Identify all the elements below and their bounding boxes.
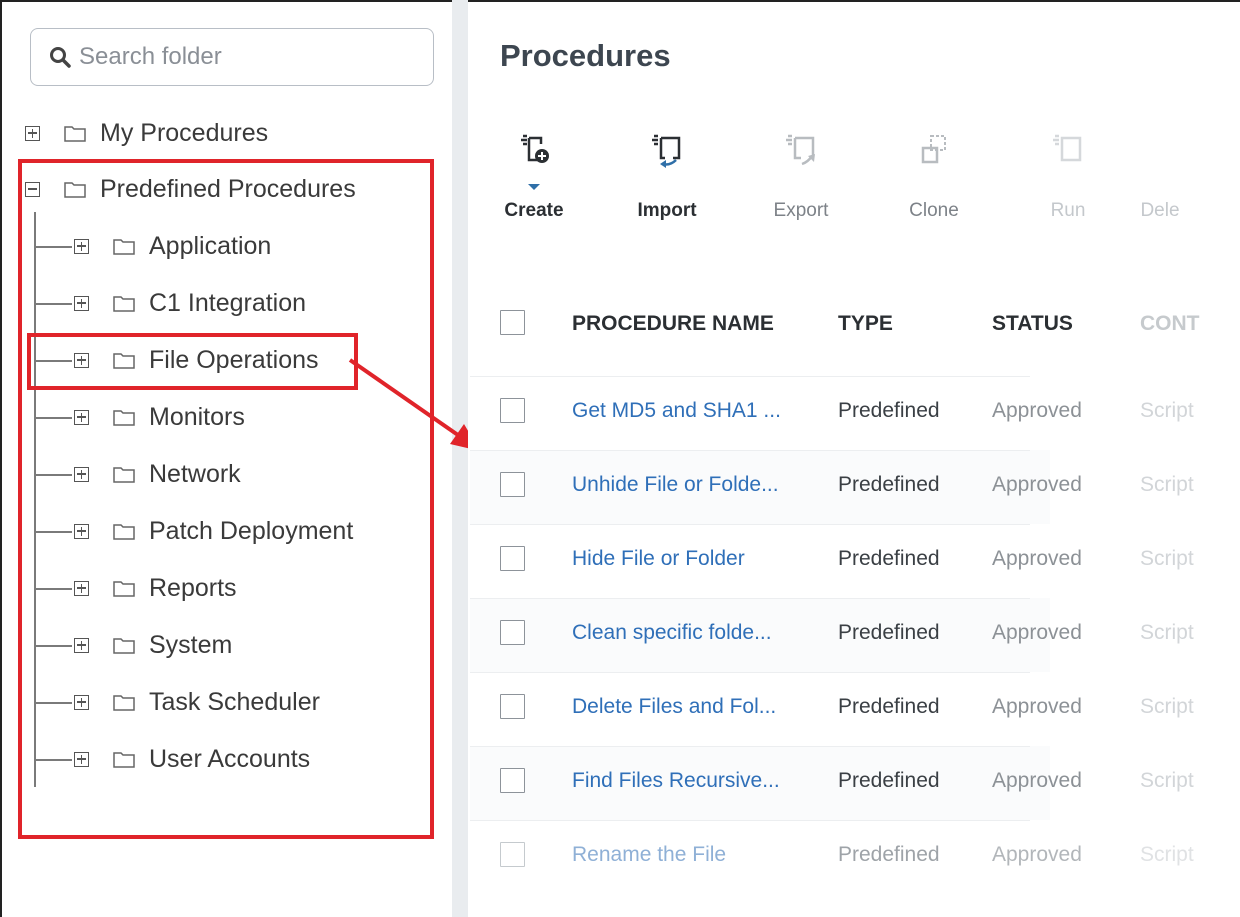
run-button[interactable]: Run <box>1018 132 1118 222</box>
row-checkbox[interactable] <box>500 472 525 497</box>
row-divider <box>470 672 1030 673</box>
procedure-name-link[interactable]: Rename the File <box>572 843 726 867</box>
row-checkbox[interactable] <box>500 620 525 645</box>
tree-item-my-procedures[interactable]: My Procedures <box>25 116 268 150</box>
procedure-name-link[interactable]: Find Files Recursive... <box>572 769 780 793</box>
row-divider <box>470 524 1030 525</box>
procedure-status: Approved <box>992 695 1082 718</box>
row-checkbox[interactable] <box>500 694 525 719</box>
procedure-status: Approved <box>992 843 1082 866</box>
highlight-box-predefined-procedures <box>18 159 434 839</box>
select-all-checkbox[interactable] <box>500 310 525 335</box>
column-header-type[interactable]: TYPE <box>838 312 893 336</box>
create-label: Create <box>504 200 564 221</box>
row-checkbox[interactable] <box>500 842 525 867</box>
delete-label: Dele <box>1140 200 1180 221</box>
delete-button[interactable]: Dele <box>1130 132 1190 222</box>
export-label: Export <box>773 200 829 221</box>
search-icon <box>50 47 71 68</box>
create-button[interactable]: Create <box>484 132 584 222</box>
procedure-name-link[interactable]: Clean specific folde... <box>572 621 772 645</box>
run-label: Run <box>1050 200 1086 221</box>
row-divider <box>470 746 1030 747</box>
procedure-content: Script <box>1140 769 1194 792</box>
procedure-type: Predefined <box>838 473 940 496</box>
procedure-status: Approved <box>992 621 1082 644</box>
tree-item-label: My Procedures <box>100 118 269 147</box>
folder-icon <box>64 126 86 142</box>
clone-label: Clone <box>909 200 959 221</box>
run-icon <box>1053 134 1082 162</box>
row-checkbox[interactable] <box>500 398 525 423</box>
import-button[interactable]: Import <box>617 132 717 222</box>
export-icon <box>786 134 815 166</box>
procedure-status: Approved <box>992 399 1082 422</box>
procedure-name-link[interactable]: Unhide File or Folde... <box>572 473 779 497</box>
procedure-type: Predefined <box>838 769 940 792</box>
row-divider <box>470 376 1030 377</box>
procedure-content: Script <box>1140 399 1194 422</box>
row-checkbox[interactable] <box>500 768 525 793</box>
annotation-arrow-icon <box>348 358 480 451</box>
export-button[interactable]: Export <box>751 132 851 222</box>
procedure-type: Predefined <box>838 399 940 422</box>
procedure-name-link[interactable]: Get MD5 and SHA1 ... <box>572 399 781 423</box>
search-folder-field[interactable] <box>30 28 434 86</box>
column-header-status[interactable]: STATUS <box>992 312 1073 336</box>
procedure-type: Predefined <box>838 843 940 866</box>
procedure-content: Script <box>1140 843 1194 866</box>
highlight-box-file-operations <box>27 333 358 390</box>
procedure-type: Predefined <box>838 621 940 644</box>
clone-icon <box>921 135 946 164</box>
clone-button[interactable]: Clone <box>884 132 984 222</box>
procedure-content: Script <box>1140 547 1194 570</box>
create-procedure-icon <box>521 134 549 163</box>
procedure-type: Predefined <box>838 547 940 570</box>
column-header-content[interactable]: CONT <box>1140 312 1200 336</box>
procedure-content: Script <box>1140 621 1194 644</box>
row-divider <box>470 450 1030 451</box>
page-title: Procedures <box>500 38 671 73</box>
row-divider <box>470 598 1030 599</box>
procedure-type: Predefined <box>838 695 940 718</box>
procedure-status: Approved <box>992 769 1082 792</box>
row-divider <box>470 820 1030 821</box>
chevron-down-icon[interactable] <box>528 184 540 190</box>
import-label: Import <box>637 200 697 221</box>
procedure-status: Approved <box>992 473 1082 496</box>
procedure-name-link[interactable]: Delete Files and Fol... <box>572 695 776 719</box>
search-folder-input[interactable] <box>79 43 409 71</box>
column-header-procedure-name[interactable]: PROCEDURE NAME <box>572 312 774 336</box>
import-icon <box>652 134 681 168</box>
procedure-content: Script <box>1140 473 1194 496</box>
expand-icon[interactable] <box>25 125 40 141</box>
procedure-name-link[interactable]: Hide File or Folder <box>572 547 745 571</box>
row-checkbox[interactable] <box>500 546 525 571</box>
procedure-status: Approved <box>992 547 1082 570</box>
procedure-content: Script <box>1140 695 1194 718</box>
